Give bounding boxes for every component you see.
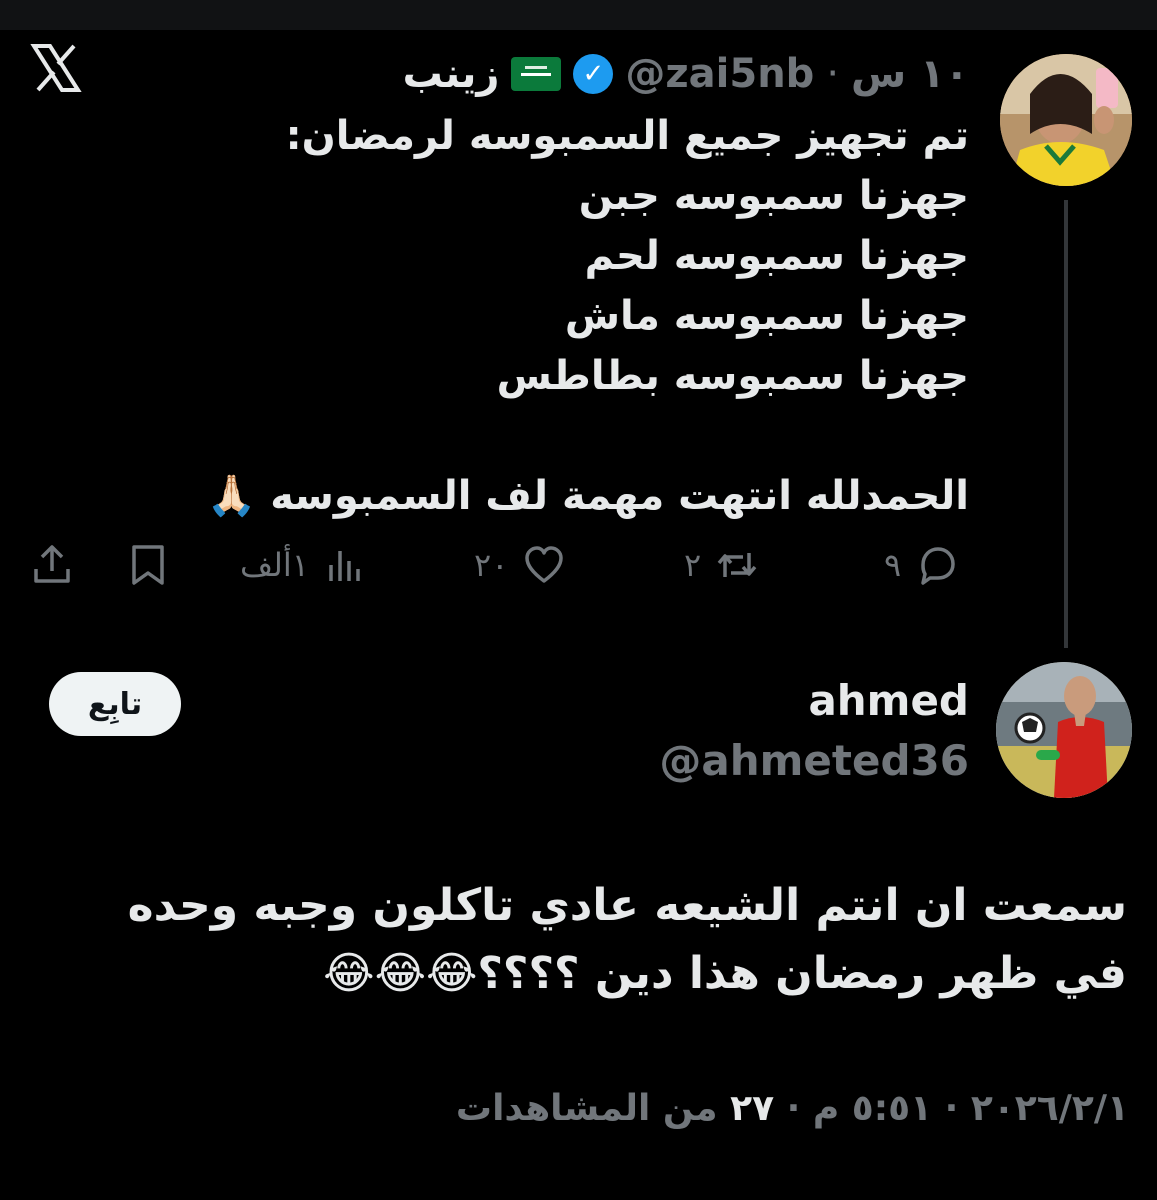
tweet2-views-label: من المشاهدات [455,1088,718,1129]
tweet1-line: جهزنا سمبوسه لحم [584,233,969,279]
meta-separator: · [786,1088,801,1129]
tweet1-line: الحمدلله انتهت مهمة لف السمبوسه 🙏🏻 [206,473,969,519]
tweet1-time[interactable]: ١٠ س [851,51,969,97]
close-icon[interactable] [30,42,82,94]
reply-button[interactable]: ٩ [884,540,959,590]
tweet2-views-count: ٢٧ [730,1088,775,1129]
tweet2-date[interactable]: ٢٠٢٦/٢/١ [971,1088,1129,1129]
retweet-button[interactable]: ٢ [684,540,759,590]
tweet1-line: جهزنا سمبوسه بطاطس [496,353,969,399]
avatar-ahmed[interactable] [996,662,1132,798]
meta-separator: · [944,1088,959,1129]
verified-badge-icon: ✓ [573,54,614,94]
status-strip [0,0,1157,30]
heart-icon [525,546,564,583]
analytics-icon [329,551,360,581]
views-count: ١ألف [240,546,309,584]
bookmark-button[interactable] [126,540,170,590]
retweet-count: ٢ [684,546,702,584]
tweet2-text: سمعت ان انتم الشيعه عادي تاكلون وجبه وحد… [27,872,1127,1008]
saudi-flag-icon [511,57,562,91]
reply-icon [921,547,955,585]
tweet1-line [269,406,969,466]
share-button[interactable] [30,540,74,590]
reply-count: ٩ [884,546,902,584]
tweet2-line: في ظهر رمضان هذا دين ؟؟؟؟😂😂😂 [323,948,1127,999]
thread-line [1064,200,1068,648]
tweet1-separator: · [826,51,840,97]
retweet-icon [717,553,757,577]
like-count: ٢٠ [474,546,509,584]
tweet2-meta: ٢٠٢٦/٢/١ · ٥:٥١ م · ٢٧ من المشاهدات [456,1088,1129,1129]
tweet1-author-name[interactable]: زينب [403,51,500,97]
share-icon [34,545,70,583]
tweet2-handle[interactable]: @ahmeted36 [659,736,969,785]
follow-button[interactable]: تابِع [49,672,181,736]
tweet2-time[interactable]: ٥:٥١ م [813,1088,932,1129]
tweet2-line: سمعت ان انتم الشيعه عادي تاكلون وجبه وحد… [127,880,1127,931]
tweet1-handle[interactable]: @zai5nb [625,51,814,97]
tweet1-line: تم تجهيز جميع السمبوسه لرمضان: [285,113,969,159]
tweet1-text: تم تجهيز جميع السمبوسه لرمضان: جهزنا سمب… [206,106,969,526]
avatar-zainab[interactable] [1000,54,1132,186]
tweet1-header: زينب ✓ @zai5nb · ١٠ س [403,46,969,102]
tweet1-line: جهزنا سمبوسه جبن [578,173,969,219]
tweet2-author-name[interactable]: ahmed [808,676,969,725]
tweet1-line: جهزنا سمبوسه ماش [564,293,969,339]
bookmark-icon [132,545,164,585]
like-button[interactable]: ٢٠ [474,540,566,590]
views-button[interactable]: ١ألف [240,540,367,590]
